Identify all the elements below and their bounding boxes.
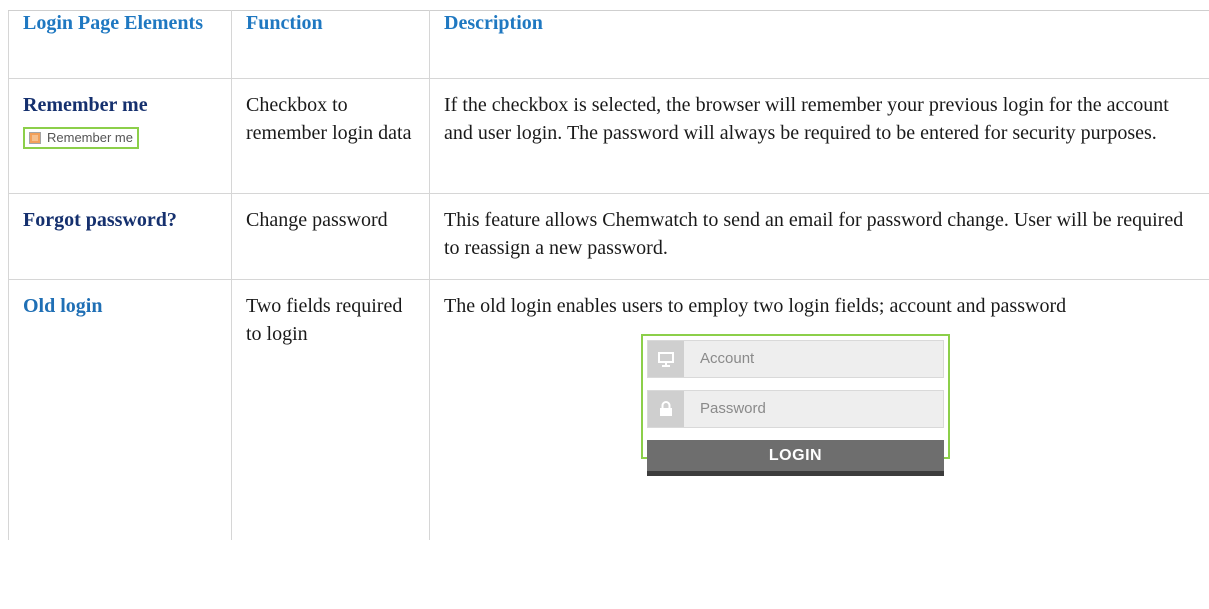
row-description-cell: The old login enables users to employ tw… [429, 279, 1209, 540]
login-button-label: LOGIN [768, 447, 823, 464]
remember-me-widget: Remember me [23, 127, 139, 149]
header-cell-description: Description [429, 10, 1209, 79]
header-cell-function: Function [231, 10, 430, 79]
row-element-cell: Remember me Remember me [8, 78, 232, 194]
old-login-widget: Account Password LOGIN [641, 334, 950, 476]
table-row: Old login Two fields required to login T… [8, 279, 1209, 540]
header-cell-elements: Login Page Elements [8, 10, 232, 79]
row-description-cell: This feature allows Chemwatch to send an… [429, 193, 1209, 280]
remember-me-widget-label: Remember me [47, 130, 133, 145]
row-function-cell: Two fields required to login [231, 279, 430, 540]
header-function-label: Function [246, 12, 323, 34]
login-elements-table: Login Page Elements Function Description… [8, 10, 1209, 540]
element-name-remember-me: Remember me [23, 94, 148, 116]
row-function-cell: Change password [231, 193, 430, 280]
description-text-forgot: This feature allows Chemwatch to send an… [444, 209, 1184, 259]
row-element-cell: Forgot password? [8, 193, 232, 280]
element-name-old-login: Old login [23, 295, 103, 317]
header-description-label: Description [444, 12, 543, 34]
password-placeholder: Password [700, 400, 766, 417]
description-text-old-login: The old login enables users to employ tw… [444, 295, 1067, 317]
table-row: Remember me Remember me Checkbox to reme… [8, 78, 1209, 194]
function-text-remember: Checkbox to remember login data [246, 94, 412, 144]
checkbox-icon [29, 132, 41, 144]
row-function-cell: Checkbox to remember login data [231, 78, 430, 194]
table-header-row: Login Page Elements Function Description [8, 10, 1209, 79]
header-elements-label: Login Page Elements [23, 12, 203, 34]
row-element-cell: Old login [8, 279, 232, 540]
element-name-forgot-password: Forgot password? [23, 209, 177, 231]
login-button[interactable]: LOGIN [647, 440, 944, 476]
password-field[interactable]: Password [647, 390, 944, 428]
row-description-cell: If the checkbox is selected, the browser… [429, 78, 1209, 194]
table-row: Forgot password? Change password This fe… [8, 193, 1209, 280]
lock-icon [648, 391, 684, 427]
description-text-remember: If the checkbox is selected, the browser… [444, 94, 1169, 144]
monitor-icon [648, 341, 684, 377]
account-placeholder: Account [700, 350, 755, 367]
function-text-old-login: Two fields required to login [246, 295, 403, 345]
function-text-forgot: Change password [246, 209, 388, 231]
account-field[interactable]: Account [647, 340, 944, 378]
